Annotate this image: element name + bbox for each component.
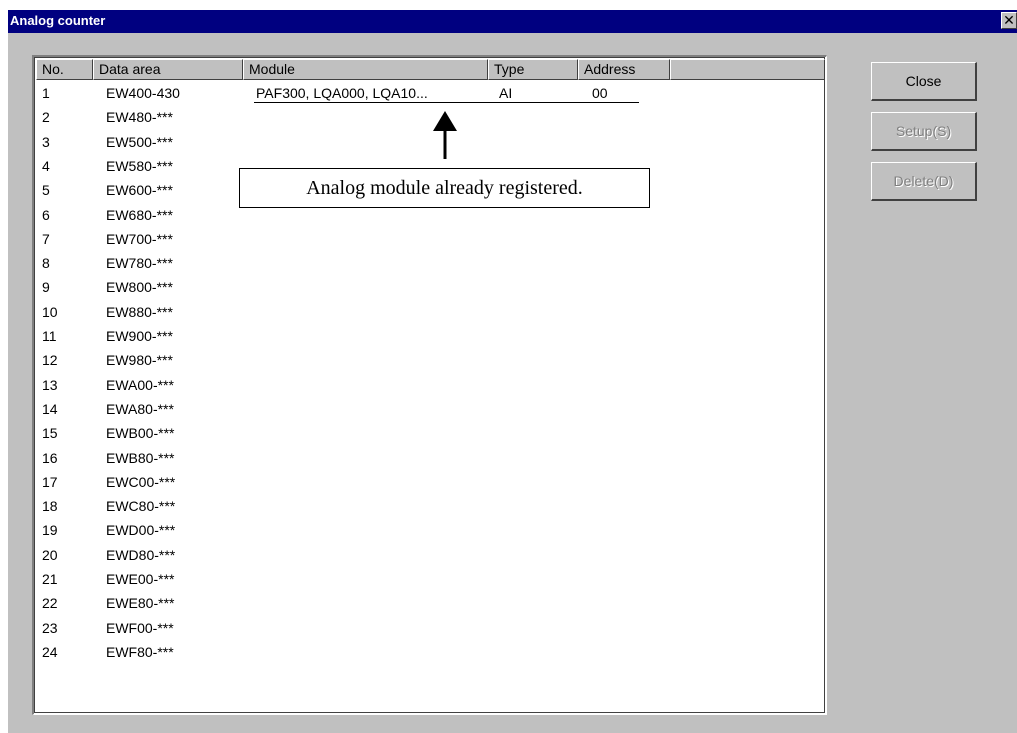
column-header-no[interactable]: No. xyxy=(36,59,93,80)
table-row[interactable]: 8 EW780-*** xyxy=(36,252,824,276)
table-row[interactable]: 22 EWE80-*** xyxy=(36,592,824,616)
table-row[interactable]: 17 EWC00-*** xyxy=(36,471,824,495)
row-data-area: EWC80-*** xyxy=(106,498,176,514)
table-row[interactable]: 1 EW400-430 PAF300, LQA000, LQA10... AI 00 xyxy=(36,82,824,106)
row-no: 20 xyxy=(42,547,58,563)
setup-button[interactable]: Setup(S) xyxy=(871,112,977,151)
table-row[interactable]: 19 EWD00-*** xyxy=(36,519,824,543)
registered-row-underline xyxy=(254,102,639,103)
row-type: AI xyxy=(499,85,513,101)
row-no: 1 xyxy=(42,85,50,101)
column-header-data-area[interactable]: Data area xyxy=(93,59,243,80)
row-no: 19 xyxy=(42,522,58,538)
row-no: 4 xyxy=(42,158,50,174)
table-row[interactable]: 10 EW880-*** xyxy=(36,301,824,325)
row-data-area: EWD80-*** xyxy=(106,547,176,563)
table-row[interactable]: 18 EWC80-*** xyxy=(36,495,824,519)
row-no: 22 xyxy=(42,595,58,611)
table-row[interactable]: 12 EW980-*** xyxy=(36,349,824,373)
row-no: 5 xyxy=(42,182,50,198)
row-data-area: EWF80-*** xyxy=(106,644,174,660)
row-data-area: EWA00-*** xyxy=(106,377,174,393)
row-data-area: EW680-*** xyxy=(106,207,173,223)
row-data-area: EW600-*** xyxy=(106,182,173,198)
row-no: 8 xyxy=(42,255,50,271)
row-no: 2 xyxy=(42,109,50,125)
row-data-area: EW580-*** xyxy=(106,158,173,174)
row-data-area: EW980-*** xyxy=(106,352,173,368)
row-data-area: EWA80-*** xyxy=(106,401,174,417)
row-data-area: EWB80-*** xyxy=(106,450,175,466)
table-row[interactable]: 20 EWD80-*** xyxy=(36,544,824,568)
column-header-blank xyxy=(670,59,825,80)
row-no: 23 xyxy=(42,620,58,636)
row-no: 10 xyxy=(42,304,58,320)
row-data-area: EW900-*** xyxy=(106,328,173,344)
row-no: 6 xyxy=(42,207,50,223)
row-data-area: EWE00-*** xyxy=(106,571,175,587)
column-header-type[interactable]: Type xyxy=(488,59,578,80)
column-header-module[interactable]: Module xyxy=(243,59,488,80)
callout-arrow-icon xyxy=(433,111,457,159)
close-button[interactable]: Close xyxy=(871,62,977,101)
row-data-area: EWB00-*** xyxy=(106,425,175,441)
row-no: 17 xyxy=(42,474,58,490)
row-data-area: EW480-*** xyxy=(106,109,173,125)
row-no: 13 xyxy=(42,377,58,393)
table-row[interactable]: 11 EW900-*** xyxy=(36,325,824,349)
row-no: 14 xyxy=(42,401,58,417)
row-no: 15 xyxy=(42,425,58,441)
table-row[interactable]: 13 EWA00-*** xyxy=(36,374,824,398)
row-data-area: EW780-*** xyxy=(106,255,173,271)
row-module: PAF300, LQA000, LQA10... xyxy=(256,85,428,101)
table-row[interactable]: 14 EWA80-*** xyxy=(36,398,824,422)
row-data-area: EW500-*** xyxy=(106,134,173,150)
setup-button-label: Setup(S) xyxy=(895,123,952,139)
row-no: 12 xyxy=(42,352,58,368)
row-no: 11 xyxy=(42,328,57,344)
row-no: 9 xyxy=(42,279,50,295)
delete-button[interactable]: Delete(D) xyxy=(871,162,977,201)
title-bar[interactable]: Analog counter ✕ xyxy=(8,10,1017,33)
row-data-area: EWC00-*** xyxy=(106,474,176,490)
analog-counter-dialog: Analog counter ✕ No. Data area Module Ty… xyxy=(8,10,1017,733)
table-row[interactable]: 16 EWB80-*** xyxy=(36,447,824,471)
table-row[interactable]: 7 EW700-*** xyxy=(36,228,824,252)
row-no: 18 xyxy=(42,498,58,514)
row-address: 00 xyxy=(592,85,608,101)
row-data-area: EWF00-*** xyxy=(106,620,174,636)
callout-note: Analog module already registered. xyxy=(239,168,650,208)
table-row[interactable]: 21 EWE00-*** xyxy=(36,568,824,592)
column-header-address[interactable]: Address xyxy=(578,59,670,80)
row-data-area: EWD00-*** xyxy=(106,522,176,538)
row-no: 3 xyxy=(42,134,50,150)
table-row[interactable]: 23 EWF00-*** xyxy=(36,617,824,641)
table-row[interactable]: 15 EWB00-*** xyxy=(36,422,824,446)
row-data-area: EW800-*** xyxy=(106,279,173,295)
row-data-area: EWE80-*** xyxy=(106,595,175,611)
list-header: No. Data area Module Type Address xyxy=(36,59,825,80)
row-no: 7 xyxy=(42,231,50,247)
window-title: Analog counter xyxy=(10,13,106,28)
close-icon[interactable]: ✕ xyxy=(1001,12,1017,29)
row-no: 16 xyxy=(42,450,58,466)
table-row[interactable]: 24 EWF80-*** xyxy=(36,641,824,665)
row-data-area: EW880-*** xyxy=(106,304,173,320)
row-no: 21 xyxy=(42,571,58,587)
row-data-area: EW700-*** xyxy=(106,231,173,247)
row-no: 24 xyxy=(42,644,58,660)
row-data-area: EW400-430 xyxy=(106,85,180,101)
table-row[interactable]: 9 EW800-*** xyxy=(36,276,824,300)
delete-button-label: Delete(D) xyxy=(893,173,954,189)
